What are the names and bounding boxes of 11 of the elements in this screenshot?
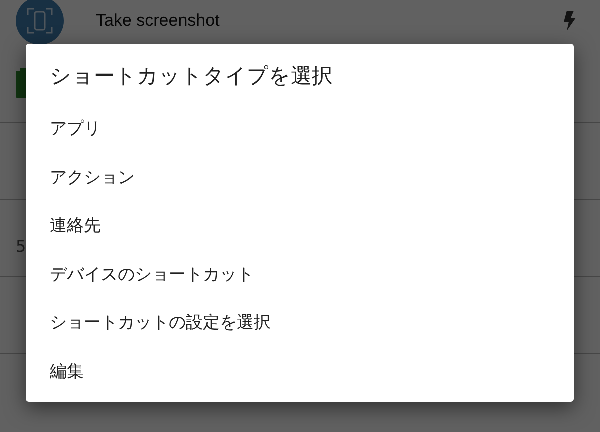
shortcut-type-option[interactable]: 編集 <box>50 354 574 403</box>
shortcut-type-option[interactable]: アプリ <box>50 112 574 160</box>
setting-value: 5 <box>16 237 26 256</box>
shortcut-type-option[interactable]: デバイスのショートカット <box>50 258 574 306</box>
shortcut-type-option[interactable]: アクション <box>50 160 574 209</box>
shortcut-type-option[interactable]: ショートカットの設定を選択 <box>50 306 574 354</box>
dialog-title: ショートカットタイプを選択 <box>50 63 334 90</box>
shortcut-type-option[interactable]: 連絡先 <box>50 209 574 258</box>
lightning-bolt-icon <box>564 11 576 31</box>
item-title: Take screenshot <box>96 11 221 31</box>
screenshot-icon <box>16 0 64 45</box>
